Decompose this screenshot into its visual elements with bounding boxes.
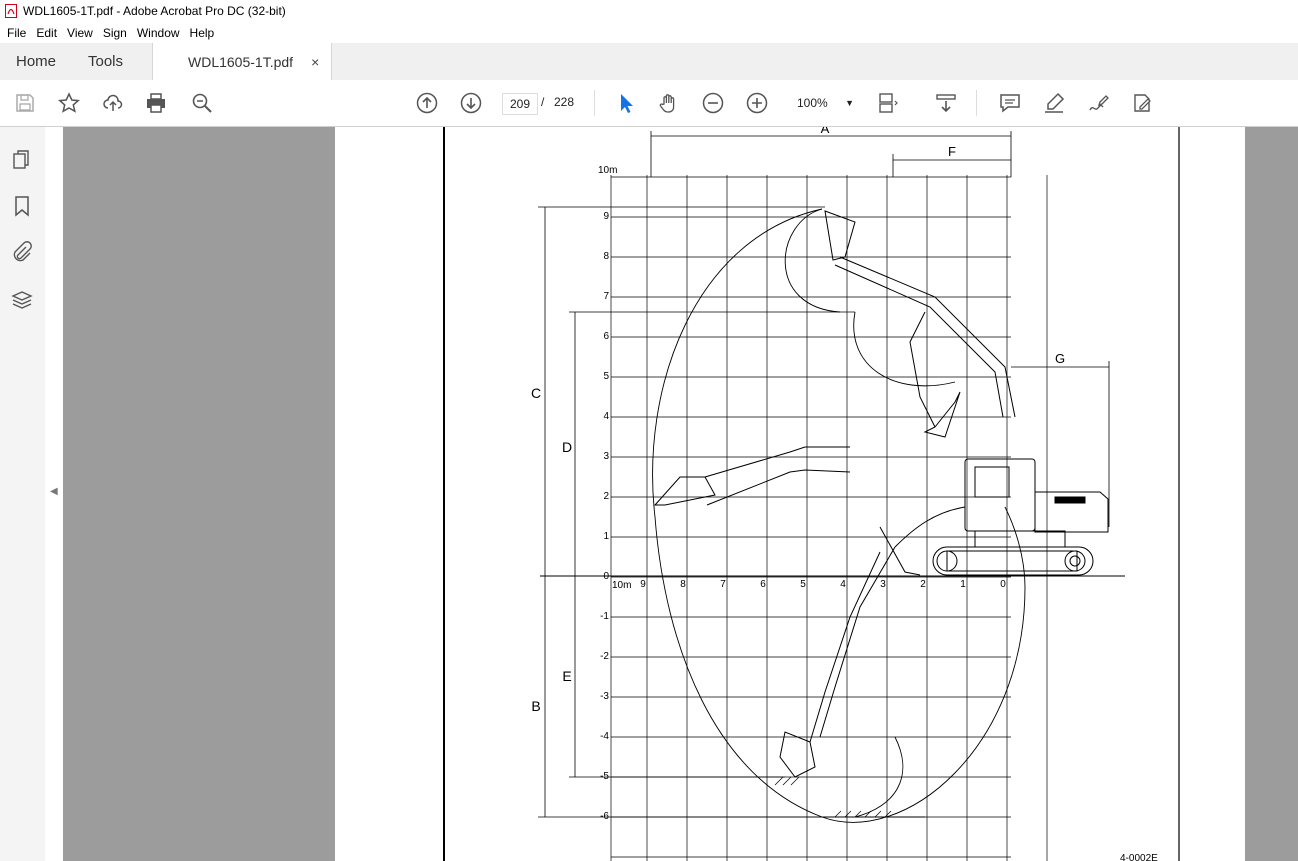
y-tick-label: 3 [603, 451, 609, 462]
dim-label-c: C [531, 385, 541, 401]
excavator-body [932, 458, 1109, 576]
y-tick-label: 4 [603, 411, 609, 422]
bookmarks-icon[interactable] [11, 195, 33, 217]
zoom-level-select[interactable]: 100% ▼ [788, 93, 854, 113]
tab-document-label: WDL1605-1T.pdf [188, 54, 294, 70]
y-tick-label: -5 [600, 771, 609, 782]
x-tick-label: 4 [840, 579, 846, 590]
x-tick-label: 7 [720, 579, 726, 590]
y-tick-label: -3 [600, 691, 609, 702]
x-tick-label: 0 [1000, 579, 1006, 590]
window-title: WDL1605-1T.pdf - Adobe Acrobat Pro DC (3… [23, 4, 286, 18]
y-tick-label: -1 [600, 611, 609, 622]
attachments-icon[interactable] [11, 241, 33, 263]
y-tick-label: 1 [603, 531, 609, 542]
search-zoom-icon[interactable] [190, 91, 214, 115]
viewer-right-gutter [1245, 127, 1298, 861]
acrobat-pdf-icon [5, 4, 17, 18]
toolbar-divider [976, 90, 977, 116]
tab-home[interactable]: Home [16, 43, 56, 80]
grid-top-label: 10m [598, 165, 617, 176]
figure-code: 4-0002E [1120, 853, 1158, 861]
x-tick-label: 2 [920, 579, 926, 590]
close-tab-icon[interactable]: × [311, 54, 319, 70]
y-tick-label: -6 [600, 811, 609, 822]
highlight-icon[interactable] [1042, 91, 1066, 115]
document-viewer[interactable]: 98765432109876543210-1-2-3-4-5-6 [63, 127, 1298, 861]
x-tick-label: 3 [880, 579, 886, 590]
y-tick-label: 8 [603, 251, 609, 262]
dimension-lines [538, 131, 1110, 818]
hand-icon[interactable] [657, 91, 681, 115]
page-down-icon[interactable] [459, 91, 483, 115]
main-toolbar: 209 / 228 100% ▼ [0, 80, 1298, 127]
excavator-boom-positions [653, 210, 1016, 778]
menu-file[interactable]: File [7, 26, 26, 40]
menu-window[interactable]: Window [137, 26, 180, 40]
y-tick-label: -4 [600, 731, 609, 742]
excavator-working-range-diagram: 98765432109876543210-1-2-3-4-5-6 [443, 127, 1180, 861]
total-pages: 228 [554, 95, 575, 109]
zoom-out-icon[interactable] [701, 91, 725, 115]
dim-label-b: B [531, 698, 540, 714]
zoom-level-value: 100% [797, 96, 828, 110]
tab-bar: Home Tools WDL1605-1T.pdf × [0, 43, 1298, 81]
save-icon[interactable] [13, 91, 37, 115]
dim-label-g: G [1055, 351, 1065, 366]
x-tick-label: 8 [680, 579, 686, 590]
edit-icon[interactable] [1130, 91, 1154, 115]
title-bar: WDL1605-1T.pdf - Adobe Acrobat Pro DC (3… [0, 0, 1298, 22]
upload-icon[interactable] [101, 91, 125, 115]
tab-tools[interactable]: Tools [88, 43, 123, 80]
x-tick-label: 1 [960, 579, 966, 590]
chevron-down-icon: ▼ [845, 98, 854, 108]
range-grid [610, 175, 1048, 861]
menu-bar: File Edit View Sign Window Help [0, 22, 1298, 43]
select-arrow-icon[interactable] [614, 91, 638, 115]
axis-corner-label: 10m [612, 580, 631, 591]
fit-page-icon[interactable] [876, 91, 900, 115]
y-tick-label: 7 [603, 291, 609, 302]
dim-label-e: E [562, 668, 571, 684]
menu-sign[interactable]: Sign [103, 26, 127, 40]
tab-document[interactable]: WDL1605-1T.pdf × [152, 43, 332, 81]
menu-help[interactable]: Help [190, 26, 215, 40]
current-page-input[interactable]: 209 [502, 93, 538, 115]
dim-label-f: F [948, 144, 956, 159]
page-up-icon[interactable] [415, 91, 439, 115]
y-tick-label: -2 [600, 651, 609, 662]
bookmark-star-icon[interactable] [57, 91, 81, 115]
scroll-mode-icon[interactable] [934, 91, 958, 115]
zoom-in-icon[interactable] [745, 91, 769, 115]
dim-label-d: D [562, 439, 572, 455]
print-icon[interactable] [144, 91, 168, 115]
dim-label-a: A [821, 127, 830, 136]
x-tick-label: 5 [800, 579, 806, 590]
page-separator: / [541, 95, 545, 109]
reach-envelope [652, 208, 1026, 823]
y-tick-label: 2 [603, 491, 609, 502]
y-tick-label: 9 [603, 211, 609, 222]
chevron-left-icon: ◀ [50, 486, 58, 497]
left-navigation-panel [0, 127, 46, 861]
x-tick-label: 6 [760, 579, 766, 590]
y-tick-label: 6 [603, 331, 609, 342]
comment-icon[interactable] [998, 91, 1022, 115]
layers-icon[interactable] [11, 289, 33, 311]
menu-edit[interactable]: Edit [36, 26, 57, 40]
pages-icon[interactable] [11, 149, 33, 171]
ground-hatching [774, 776, 892, 818]
menu-view[interactable]: View [67, 26, 93, 40]
axis-ticks: 98765432109876543210-1-2-3-4-5-6 [600, 211, 1006, 822]
y-tick-label: 5 [603, 371, 609, 382]
x-tick-label: 9 [640, 579, 646, 590]
sign-icon[interactable] [1086, 91, 1110, 115]
toolbar-divider [594, 90, 595, 116]
panel-collapse-handle[interactable]: ◀ [45, 127, 64, 861]
pdf-page: 98765432109876543210-1-2-3-4-5-6 [335, 127, 1245, 861]
